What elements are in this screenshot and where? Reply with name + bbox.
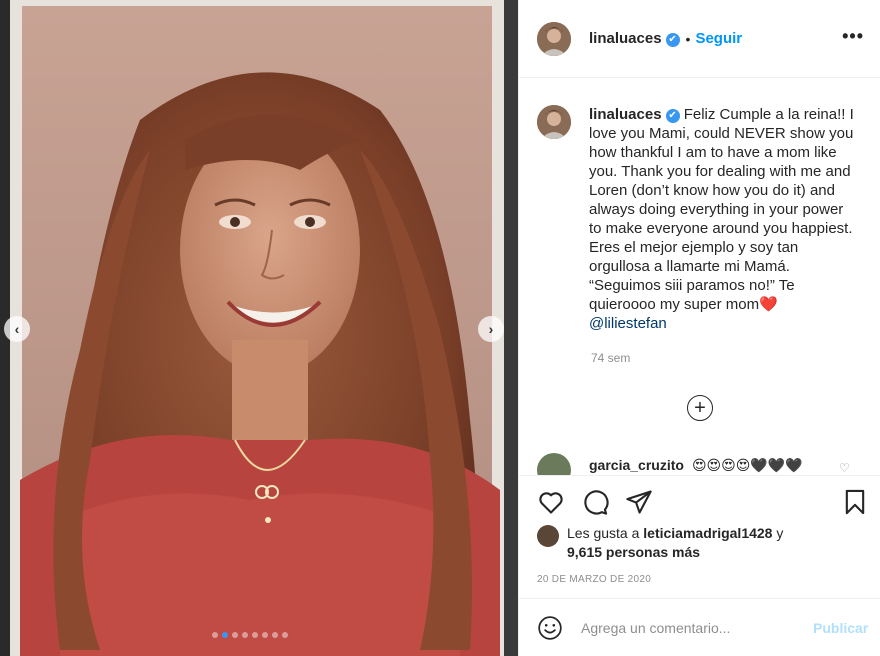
follow-button[interactable]: Seguir — [695, 30, 742, 47]
save-bookmark-icon[interactable] — [841, 488, 869, 516]
likes-prefix: Les gusta a — [567, 525, 644, 541]
liker-avatar[interactable] — [537, 525, 559, 547]
comment-avatar[interactable] — [537, 453, 571, 475]
add-comment-bar: Publicar — [519, 598, 880, 656]
comment-input[interactable] — [581, 619, 791, 636]
caption-avatar[interactable] — [537, 105, 571, 139]
likes-summary: Les gusta a leticiamadrigal1428 y 9,615 … — [537, 524, 783, 562]
publish-button[interactable]: Publicar — [813, 620, 868, 636]
carousel-dot — [222, 632, 228, 638]
carousel-dot — [252, 632, 258, 638]
carousel-dot — [242, 632, 248, 638]
more-options-icon[interactable]: ••• — [842, 26, 864, 47]
separator: • — [685, 30, 691, 47]
post-actions: Les gusta a leticiamadrigal1428 y 9,615 … — [519, 475, 880, 585]
caption-timestamp[interactable]: 74 sem — [591, 351, 630, 365]
previous-slide-button[interactable]: ‹ — [4, 316, 30, 342]
verified-badge-icon: ✔ — [665, 33, 680, 47]
load-more-comments-icon[interactable]: + — [687, 395, 713, 421]
comment-item: garcia_cruzito 😍😍😍😍🖤🖤🖤 ♡ — [537, 453, 850, 475]
avatar[interactable] — [537, 21, 571, 56]
next-slide-button[interactable]: › — [478, 316, 504, 342]
carousel-indicator — [212, 632, 288, 638]
carousel-dot — [272, 632, 278, 638]
post-caption: linaluaces ✔ Feliz Cumple a la reina!! I … — [537, 105, 877, 333]
like-icon[interactable] — [537, 488, 565, 516]
carousel-dot — [232, 632, 238, 638]
mention-link[interactable]: @liliestefan — [589, 315, 667, 332]
emoji-icon[interactable] — [537, 615, 563, 641]
post-photo — [0, 0, 518, 656]
username-link[interactable]: linaluaces — [589, 30, 662, 47]
caption-body: Feliz Cumple a la reina!! I love you Mam… — [589, 106, 854, 313]
carousel-dot — [212, 632, 218, 638]
comment-username[interactable]: garcia_cruzito — [589, 457, 684, 473]
comments-section: linaluaces ✔ Feliz Cumple a la reina!! I … — [519, 79, 880, 475]
post-header: linaluaces ✔ • Seguir — [519, 0, 880, 78]
caption-username[interactable]: linaluaces — [589, 106, 662, 123]
comment-like-icon[interactable]: ♡ — [839, 461, 850, 475]
likes-count[interactable]: 9,615 personas más — [567, 544, 700, 560]
caption-text: linaluaces ✔ Feliz Cumple a la reina!! I … — [589, 105, 859, 333]
carousel-dot — [262, 632, 268, 638]
comment-body: 😍😍😍😍🖤🖤🖤 — [691, 457, 803, 473]
liker-username[interactable]: leticiamadrigal1428 — [643, 525, 772, 541]
likes-text: Les gusta a leticiamadrigal1428 y 9,615 … — [567, 524, 783, 562]
post-sidebar: linaluaces ✔ • Seguir ••• linaluaces ✔ Fel… — [518, 0, 880, 656]
share-icon[interactable] — [625, 488, 653, 516]
verified-badge-icon: ✔ — [665, 109, 680, 123]
avatar-icon — [537, 105, 571, 139]
carousel-dot — [282, 632, 288, 638]
post-date[interactable]: 20 DE MARZO DE 2020 — [537, 574, 651, 585]
comment-icon[interactable] — [581, 488, 609, 516]
post-media: ‹ › — [0, 0, 518, 656]
header-username[interactable]: linaluaces ✔ — [589, 30, 680, 47]
likes-conj: y — [772, 525, 784, 541]
avatar-icon — [537, 21, 571, 56]
comment-text: garcia_cruzito 😍😍😍😍🖤🖤🖤 — [589, 457, 803, 474]
instagram-post: ‹ › linaluaces ✔ • Seguir ••• linaluaces… — [0, 0, 880, 656]
